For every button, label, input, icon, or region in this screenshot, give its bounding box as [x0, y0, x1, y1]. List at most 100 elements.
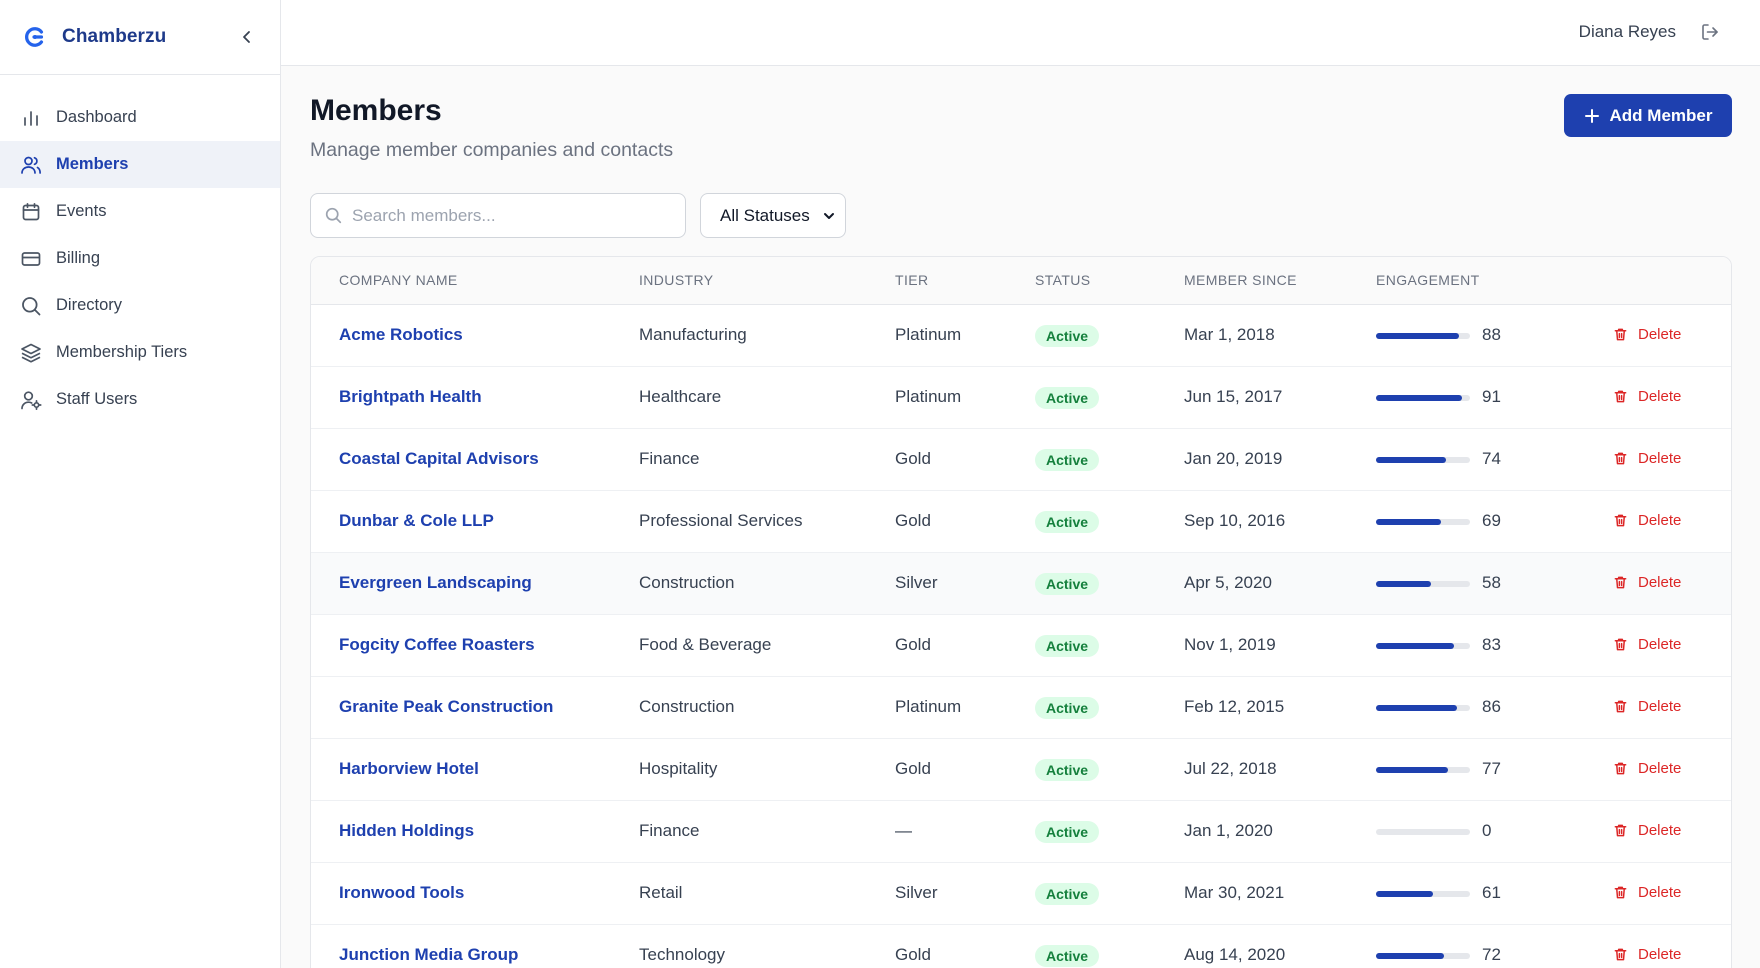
column-header-engagement[interactable]: ENGAGEMENT [1376, 272, 1480, 288]
delete-label: Delete [1638, 574, 1682, 591]
delete-button[interactable]: Delete [1613, 698, 1681, 715]
industry-cell: Finance [639, 821, 700, 840]
tier-cell: — [895, 821, 912, 840]
company-name-link[interactable]: Brightpath Health [339, 387, 482, 407]
table-row[interactable]: Brightpath Health Healthcare Platinum Activ… [311, 367, 1731, 429]
sidebar-item-directory[interactable]: Directory [0, 282, 280, 329]
sidebar-item-events[interactable]: Events [0, 188, 280, 235]
status-cell: Active [1035, 759, 1100, 781]
engagement-bar-fill [1376, 333, 1459, 339]
industry-cell: Retail [639, 883, 683, 902]
tier-cell: Gold [895, 511, 931, 530]
trash-icon [1613, 761, 1628, 776]
table-row[interactable]: Dunbar & Cole LLP Professional Services Go… [311, 491, 1731, 553]
company-name-link[interactable]: Fogcity Coffee Roasters [339, 635, 535, 655]
trash-icon [1613, 885, 1628, 900]
user-name[interactable]: Diana Reyes [1579, 22, 1676, 42]
delete-button[interactable]: Delete [1613, 574, 1681, 591]
column-header-status[interactable]: STATUS [1035, 272, 1091, 288]
company-name-link[interactable]: Acme Robotics [339, 325, 463, 345]
table-row[interactable]: Evergreen Landscaping Construction Silver A… [311, 553, 1731, 615]
engagement-bar [1376, 705, 1470, 711]
engagement-bar-fill [1376, 953, 1444, 959]
tier-cell: Silver [895, 883, 938, 902]
engagement-bar [1376, 581, 1470, 587]
company-name-link[interactable]: Hidden Holdings [339, 821, 474, 841]
company-name-link[interactable]: Evergreen Landscaping [339, 573, 532, 593]
company-name-link[interactable]: Granite Peak Construction [339, 697, 553, 717]
column-header-tier[interactable]: TIER [895, 272, 929, 288]
delete-button[interactable]: Delete [1613, 388, 1681, 405]
sidebar-item-billing[interactable]: Billing [0, 235, 280, 282]
plus-icon [1584, 108, 1600, 124]
search-field[interactable] [310, 193, 686, 238]
main-content: Members Manage member companies and cont… [281, 66, 1760, 968]
chevron-down-icon [823, 210, 835, 222]
sidebar-item-staff-users[interactable]: Staff Users [0, 376, 280, 423]
company-name-link[interactable]: Harborview Hotel [339, 759, 479, 779]
table-row[interactable]: Harborview Hotel Hospitality Gold Active Jul… [311, 739, 1731, 801]
engagement-bar-fill [1376, 705, 1457, 711]
delete-label: Delete [1638, 822, 1682, 839]
layers-icon [20, 342, 42, 364]
company-name-link[interactable]: Dunbar & Cole LLP [339, 511, 494, 531]
tier-cell: Gold [895, 945, 931, 964]
engagement-score: 69 [1482, 511, 1501, 530]
status-cell: Active [1035, 449, 1100, 471]
status-badge: Active [1035, 449, 1100, 471]
engagement-bar [1376, 457, 1470, 463]
company-name-link[interactable]: Junction Media Group [339, 945, 518, 965]
delete-button[interactable]: Delete [1613, 450, 1681, 467]
engagement-bar [1376, 953, 1470, 959]
table-row[interactable]: Ironwood Tools Retail Silver Active Mar 30, … [311, 863, 1731, 925]
delete-button[interactable]: Delete [1613, 884, 1681, 901]
column-header-company[interactable]: COMPANY NAME [339, 272, 458, 288]
members-table: COMPANY NAME INDUSTRY TIER STATUS MEMBER… [310, 256, 1732, 968]
member-since-cell: Aug 14, 2020 [1184, 945, 1286, 964]
collapse-sidebar-button[interactable] [236, 26, 258, 48]
search-input[interactable] [352, 205, 672, 226]
status-cell: Active [1035, 325, 1100, 347]
sidebar-item-members[interactable]: Members [0, 141, 280, 188]
company-name-link[interactable]: Ironwood Tools [339, 883, 464, 903]
delete-button[interactable]: Delete [1613, 326, 1681, 343]
brand-name[interactable]: Chamberzu [62, 26, 166, 48]
delete-button[interactable]: Delete [1613, 512, 1681, 529]
delete-label: Delete [1638, 450, 1682, 467]
status-cell: Active [1035, 883, 1100, 905]
trash-icon [1613, 575, 1628, 590]
status-filter-value: All Statuses [720, 205, 810, 225]
status-cell: Active [1035, 635, 1100, 657]
engagement-score: 77 [1482, 759, 1501, 778]
add-member-button[interactable]: Add Member [1564, 94, 1732, 137]
sidebar-item-membership-tiers[interactable]: Membership Tiers [0, 329, 280, 376]
sidebar-item-label: Members [56, 155, 129, 173]
member-since-cell: Mar 30, 2021 [1184, 883, 1285, 902]
logout-button[interactable] [1700, 22, 1722, 44]
table-row[interactable]: Hidden Holdings Finance — Active Jan 1, 2020… [311, 801, 1731, 863]
company-name-link[interactable]: Coastal Capital Advisors [339, 449, 539, 469]
delete-button[interactable]: Delete [1613, 636, 1681, 653]
engagement-score: 86 [1482, 697, 1501, 716]
status-badge: Active [1035, 945, 1100, 967]
column-header-industry[interactable]: INDUSTRY [639, 272, 714, 288]
engagement-bar-fill [1376, 643, 1455, 649]
search-icon [325, 207, 342, 224]
industry-cell: Construction [639, 573, 735, 592]
tier-cell: Gold [895, 449, 931, 468]
sidebar-item-dashboard[interactable]: Dashboard [0, 94, 280, 141]
delete-button[interactable]: Delete [1613, 760, 1681, 777]
chamberzu-logo-icon[interactable] [24, 26, 46, 48]
sidebar-item-label: Events [56, 202, 107, 220]
delete-button[interactable]: Delete [1613, 822, 1681, 839]
delete-button[interactable]: Delete [1613, 946, 1681, 963]
trash-icon [1613, 327, 1628, 342]
table-row[interactable]: Coastal Capital Advisors Finance Gold Activ… [311, 429, 1731, 491]
page-title: Members [310, 94, 442, 127]
table-row[interactable]: Granite Peak Construction Construction Pla… [311, 677, 1731, 739]
table-row[interactable]: Junction Media Group Technology Gold Active… [311, 925, 1731, 968]
column-header-member-since[interactable]: MEMBER SINCE [1184, 272, 1297, 288]
status-filter-select[interactable]: All Statuses [700, 193, 846, 238]
table-row[interactable]: Acme Robotics Manufacturing Platinum Active… [311, 305, 1731, 367]
table-row[interactable]: Fogcity Coffee Roasters Food & Beverage Go… [311, 615, 1731, 677]
